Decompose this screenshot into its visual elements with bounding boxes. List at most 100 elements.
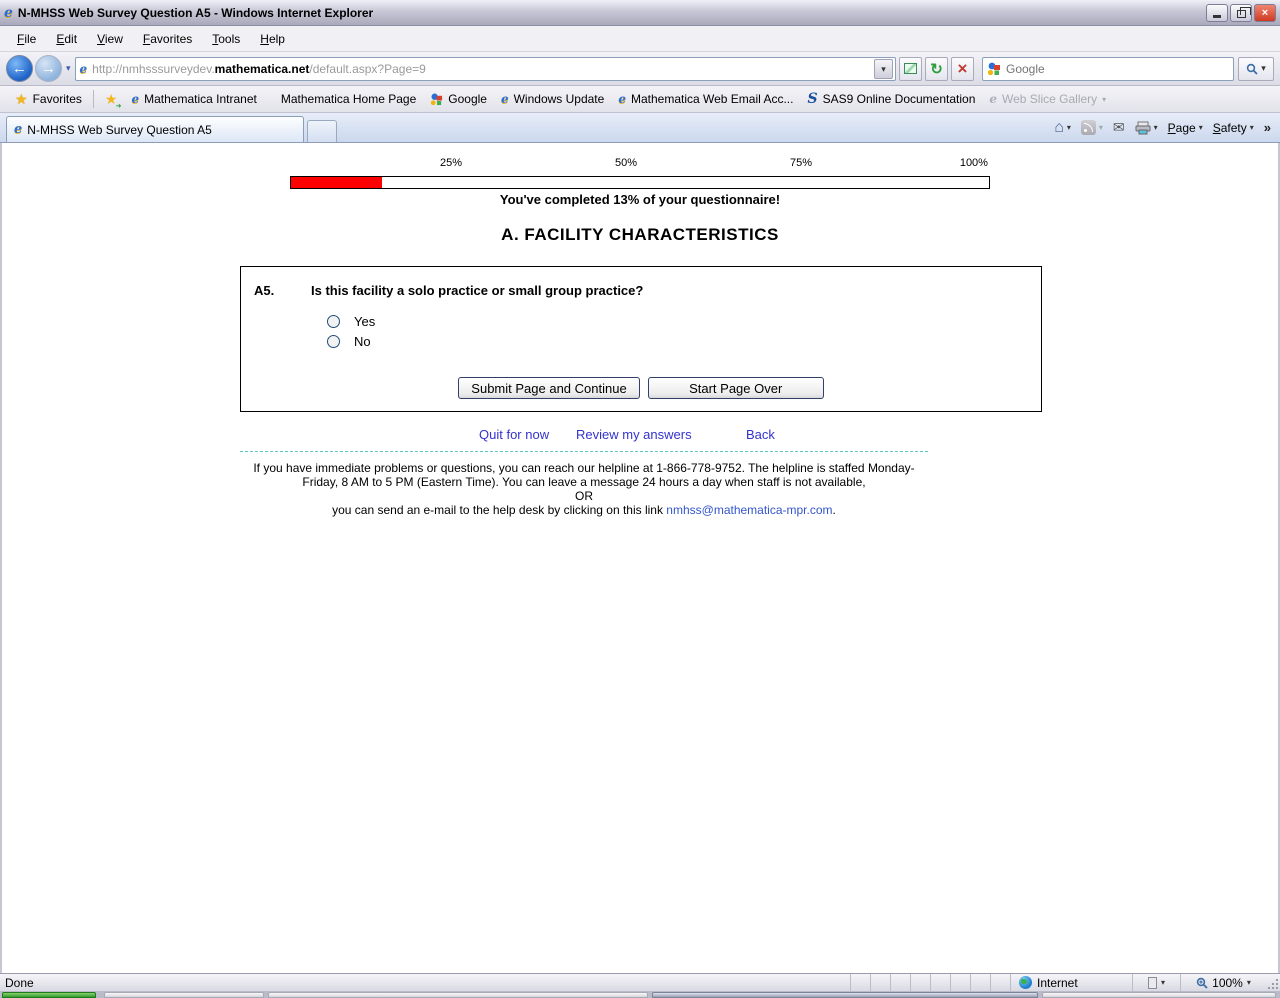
zoom-icon [1196,977,1208,989]
option-yes-label: Yes [354,314,376,329]
submit-button[interactable]: Submit Page and Continue [458,377,640,399]
progress-tick-labels: 25% 50% 75% 100% [290,157,990,171]
favorite-mathematica-home-page[interactable]: Mathematica Home Page [274,89,423,109]
back-link[interactable]: Back [746,427,775,442]
chevron-down-icon: ▾ [1102,94,1107,104]
minimize-icon [1213,14,1221,18]
compatibility-view-button[interactable] [899,56,922,81]
favorite-label: Web Slice Gallery [1002,92,1098,106]
search-icon [1247,63,1258,75]
favorite-mathematica-intranet[interactable]: e Mathematica Intranet [124,89,263,109]
address-input[interactable]: e http://nmhsssurveydev.mathematica.net/… [74,56,896,81]
new-tab-button[interactable] [307,120,337,142]
zoom-control[interactable]: 100% ▾ [1180,974,1266,991]
taskbar-button[interactable] [104,992,264,998]
safety-menu-button[interactable]: Safety ▾ [1213,121,1254,135]
question-text: Is this facility a solo practice or smal… [311,283,644,298]
recent-pages-dropdown[interactable]: ▾ [66,63,71,74]
menu-tools[interactable]: Tools [203,29,249,49]
search-options-dropdown[interactable]: ▾ [1261,63,1266,74]
divider [92,90,94,108]
rss-feed-icon [1080,120,1096,135]
windows-taskbar [0,991,1280,998]
stop-icon: × [957,59,968,78]
search-input[interactable] [1006,61,1229,76]
tab-bar: e N-MHSS Web Survey Question A5 ⌂ ▾ ▾ ✉ [0,113,1280,143]
status-bar: Done Internet ▾ 100% ▾ [0,973,1280,991]
google-icon [987,62,1000,75]
window-title: N-MHSS Web Survey Question A5 - Windows … [17,5,374,20]
ie-favicon: e [500,92,509,106]
page-icon [1147,976,1157,989]
favorite-label: Mathematica Web Email Acc... [630,92,794,106]
favorites-button[interactable]: ★ Favorites [8,88,89,111]
add-favorite-button[interactable]: ★ [98,88,125,111]
status-text: Done [5,975,34,990]
stop-button[interactable]: × [951,56,974,81]
menu-view[interactable]: View [88,29,132,49]
favorite-windows-update[interactable]: e Windows Update [494,89,611,109]
favorite-mathematica-web-email[interactable]: e Mathematica Web Email Acc... [611,89,800,109]
add-favorite-icon: ★ [105,91,121,110]
taskbar-button-active[interactable] [652,992,1038,998]
helpline-period: . [832,503,836,517]
page-menu-button[interactable]: Page ▾ [1168,121,1203,135]
security-zone: Internet [1010,974,1132,991]
minimize-button[interactable] [1206,3,1228,22]
menu-favorites[interactable]: Favorites [134,29,201,49]
search-button[interactable]: ▾ [1238,56,1274,81]
taskbar-button[interactable] [268,992,648,998]
refresh-button[interactable]: ↻ [925,56,948,81]
favorite-web-slice-gallery[interactable]: e Web Slice Gallery ▾ [982,89,1113,109]
status-pane [890,974,910,991]
favorites-label: Favorites [32,92,82,106]
search-box[interactable] [982,56,1234,81]
protected-mode-button[interactable]: ▾ [1132,974,1180,991]
feeds-button[interactable]: ▾ [1080,120,1103,135]
favorites-star-icon: ★ [15,90,28,107]
home-icon: ⌂ [1054,118,1064,136]
review-answers-link[interactable]: Review my answers [576,427,692,442]
resize-grip[interactable] [1266,974,1280,991]
status-pane [970,974,990,991]
zone-label: Internet [1037,975,1078,990]
quit-link[interactable]: Quit for now [479,427,549,442]
forward-button[interactable]: → [35,55,62,82]
home-button[interactable]: ⌂ ▾ [1054,119,1071,137]
radio-no[interactable] [327,335,340,348]
favorite-sas9-documentation[interactable]: S SAS9 Online Documentation [800,88,982,110]
helpline-text: If you have immediate problems or questi… [240,451,928,517]
page-content: 25% 50% 75% 100% You've completed 13% of… [0,143,1280,973]
menu-edit[interactable]: Edit [47,29,86,49]
start-button-edge[interactable] [2,992,96,998]
favorite-label: Google [448,92,487,106]
toolbar-overflow-chevron[interactable]: » [1264,120,1271,135]
menu-file[interactable]: File [8,29,45,49]
menu-help[interactable]: Help [251,29,294,49]
start-over-button[interactable]: Start Page Over [647,377,824,399]
address-dropdown-button[interactable]: ▾ [874,58,893,79]
restore-button[interactable] [1230,3,1252,22]
ie-logo-icon: e [4,4,13,21]
forward-icon: → [41,60,56,77]
command-bar: ⌂ ▾ ▾ ✉ ▾ Page ▾ Safety ▾ » [1054,113,1274,142]
radio-yes[interactable] [327,315,340,328]
favorite-google[interactable]: Google [423,89,494,109]
favorite-label: Mathematica Home Page [280,92,417,106]
print-button[interactable]: ▾ [1135,121,1158,135]
tick-50: 50% [614,157,638,169]
close-button[interactable]: × [1254,3,1276,22]
read-mail-button[interactable]: ✉ [1113,119,1125,136]
tab-survey-question-a5[interactable]: e N-MHSS Web Survey Question A5 [6,116,304,142]
back-button[interactable]: ← [6,55,33,82]
mail-icon: ✉ [1112,119,1125,135]
tab-title: N-MHSS Web Survey Question A5 [27,122,212,137]
option-no[interactable]: No [327,334,371,349]
chevron-down-icon: ▾ [1198,123,1203,132]
chevron-down-icon: ▾ [1153,123,1158,132]
progress-fill [291,177,382,188]
option-yes[interactable]: Yes [327,314,375,329]
taskbar-button[interactable] [1042,992,1276,998]
browser-window: e N-MHSS Web Survey Question A5 - Window… [0,0,1280,998]
helpdesk-email-link[interactable]: nmhss@mathematica-mpr.com [666,503,832,517]
